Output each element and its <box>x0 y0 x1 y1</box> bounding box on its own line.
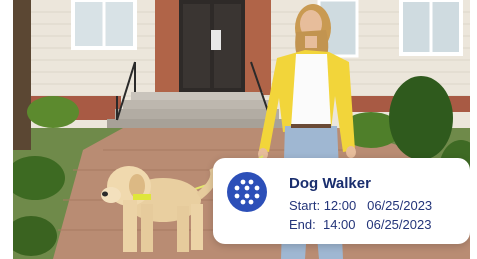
end-label: End: <box>289 217 316 232</box>
hero-photo-frame: Dog Walker Start: 12:00 06/25/2023 End: … <box>13 0 470 259</box>
start-time: 12:00 <box>323 198 357 213</box>
start-row: Start: 12:00 06/25/2023 <box>289 198 432 213</box>
schedule-card[interactable]: Dog Walker Start: 12:00 06/25/2023 End: … <box>213 158 470 244</box>
end-time: 14:00 <box>322 217 356 232</box>
dots-grid-icon <box>227 172 267 212</box>
start-label: Start: <box>289 198 321 213</box>
end-date: 06/25/2023 <box>366 217 432 232</box>
end-row: End: 14:00 06/25/2023 <box>289 217 431 232</box>
start-date: 06/25/2023 <box>367 198 433 213</box>
card-title: Dog Walker <box>289 175 371 192</box>
